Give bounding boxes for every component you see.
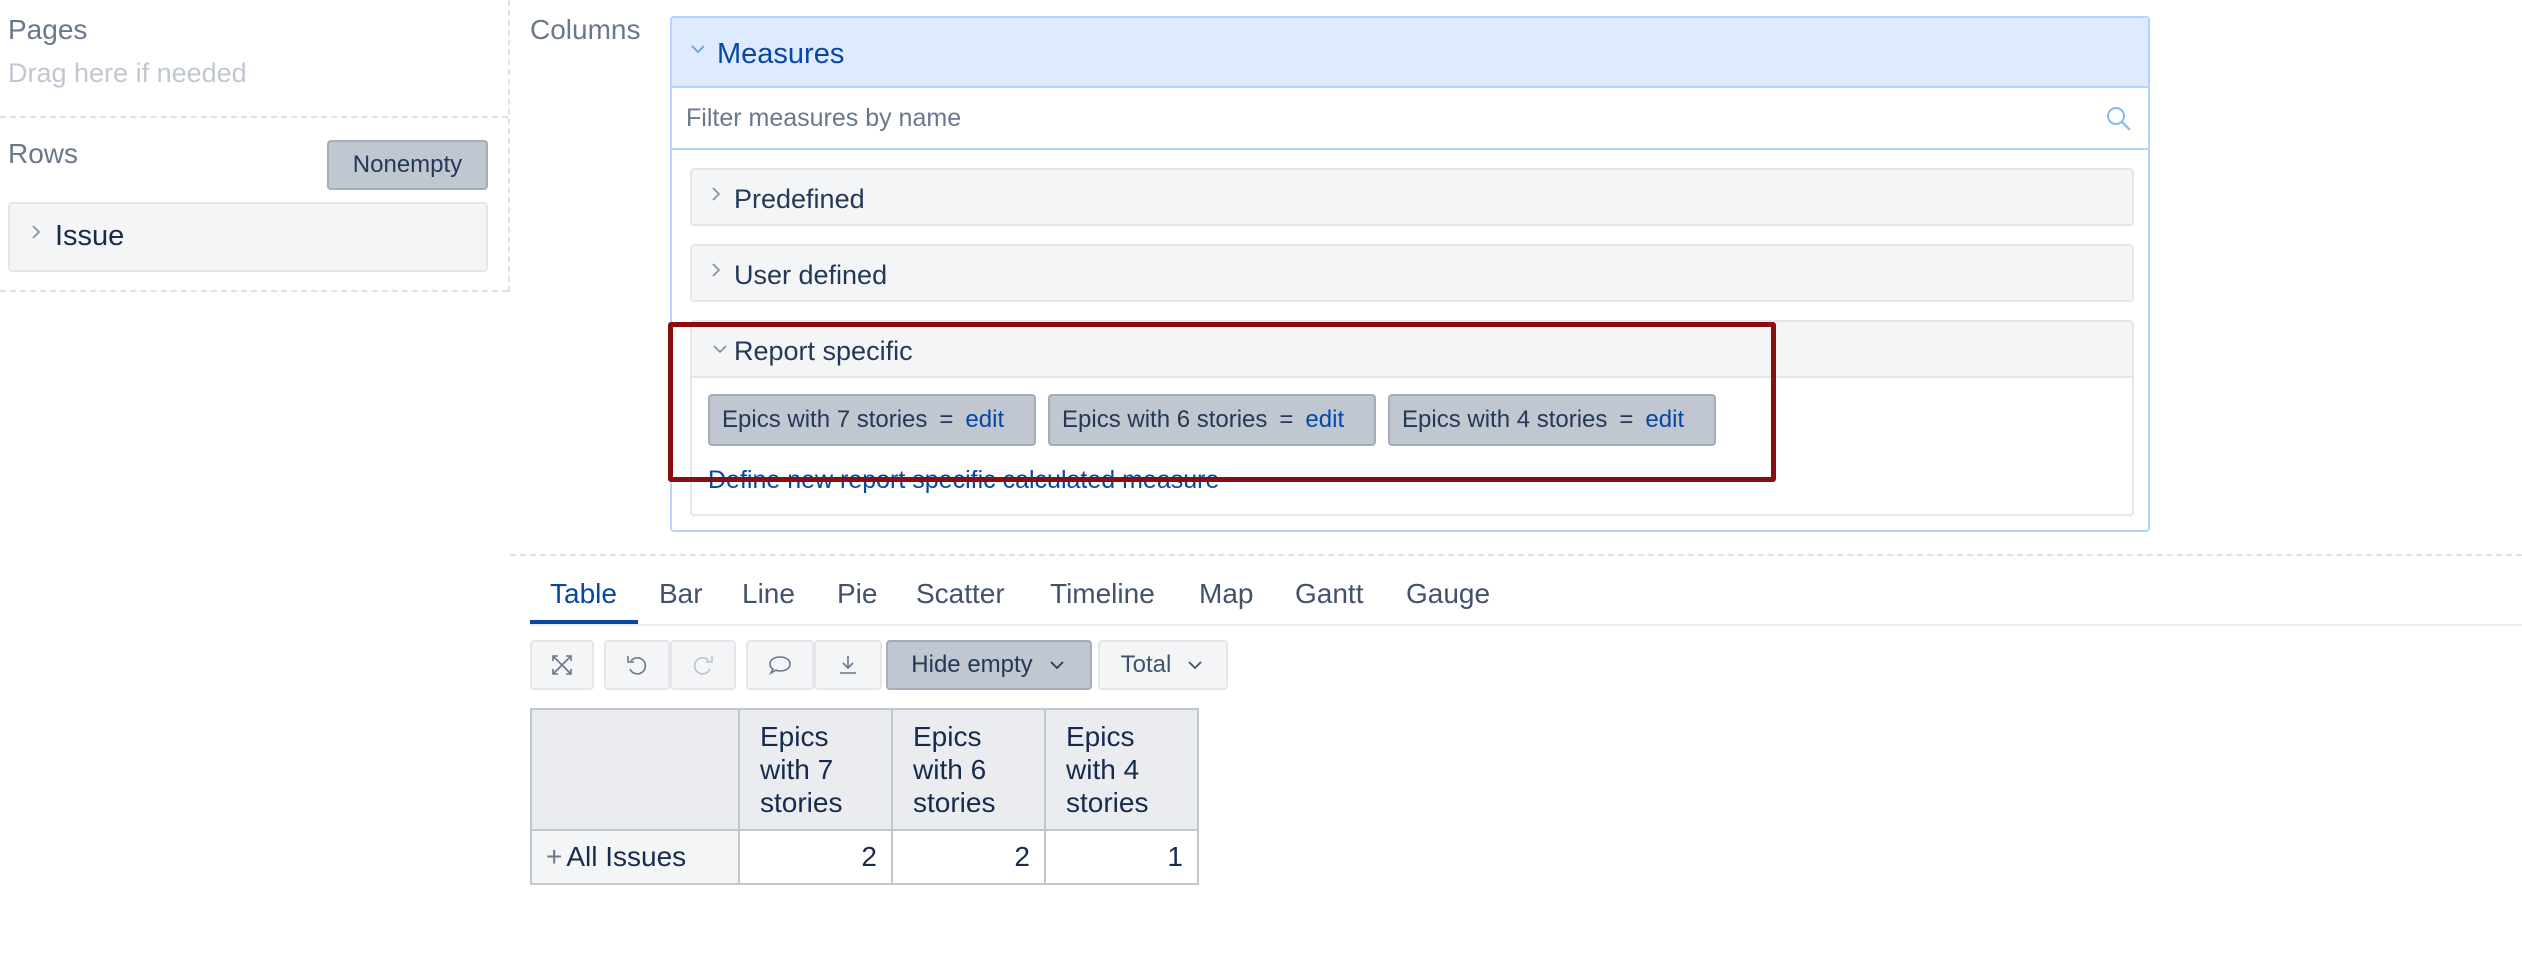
tab-bar[interactable]: Bar bbox=[659, 578, 703, 610]
comment-button[interactable] bbox=[746, 640, 814, 690]
pages-hint: Drag here if needed bbox=[8, 58, 247, 88]
chevron-down-icon[interactable] bbox=[688, 36, 708, 62]
folder-predefined[interactable]: Predefined bbox=[690, 168, 2134, 226]
folder-report-specific-header[interactable]: Report specific bbox=[692, 322, 2132, 378]
active-tab-underline bbox=[530, 620, 638, 624]
column-header-line: stories bbox=[913, 787, 996, 818]
folder-label: Report specific bbox=[734, 336, 913, 366]
folder-user-defined[interactable]: User defined bbox=[690, 244, 2134, 302]
rows-drop-zone[interactable]: Rows Nonempty Issue bbox=[0, 118, 508, 292]
pages-drop-zone[interactable]: Pages Drag here if needed bbox=[0, 0, 508, 118]
folder-report-specific: Report specific Epics with 7 stories = e… bbox=[690, 320, 2134, 516]
total-label: Total bbox=[1120, 651, 1172, 678]
table-cell[interactable]: 2 bbox=[891, 829, 1046, 885]
column-header-line: stories bbox=[760, 787, 843, 818]
table-row: + All Issues 2 2 1 bbox=[530, 829, 1199, 885]
column-header-line: Epics bbox=[760, 721, 829, 752]
table-header-row: Epics with 7 stories Epics with 6 storie… bbox=[530, 708, 1199, 831]
equals-sign: = bbox=[1619, 406, 1634, 433]
hide-empty-label: Hide empty bbox=[911, 651, 1033, 678]
pages-title: Pages bbox=[8, 14, 88, 45]
column-header-line: with 7 bbox=[760, 754, 834, 785]
filter-measures-input[interactable] bbox=[686, 98, 2066, 138]
column-header-line: with 4 bbox=[1066, 754, 1140, 785]
measures-title: Measures bbox=[717, 38, 845, 70]
expand-icon bbox=[552, 655, 572, 675]
measure-name: Epics with 7 stories bbox=[722, 406, 928, 433]
expand-button[interactable] bbox=[530, 640, 594, 690]
tab-scatter[interactable]: Scatter bbox=[916, 578, 1005, 610]
edit-link[interactable]: edit bbox=[1305, 406, 1344, 434]
chevron-right-icon[interactable] bbox=[710, 184, 722, 210]
results-table: Epics with 7 stories Epics with 6 storie… bbox=[530, 708, 1199, 885]
rows-dimension-issue[interactable]: Issue bbox=[8, 202, 488, 272]
view-tabs: Table Bar Line Pie Scatter Timeline Map … bbox=[530, 572, 2522, 626]
column-header-line: Epics bbox=[913, 721, 982, 752]
column-header-line: Epics bbox=[1066, 721, 1135, 752]
redo-button[interactable] bbox=[670, 640, 736, 690]
column-header[interactable]: Epics with 6 stories bbox=[891, 708, 1046, 831]
row-label: All Issues bbox=[566, 841, 687, 872]
edit-link[interactable]: edit bbox=[1645, 406, 1684, 434]
measure-chip[interactable]: Epics with 4 stories = edit bbox=[1388, 394, 1716, 446]
measure-chip[interactable]: Epics with 7 stories = edit bbox=[708, 394, 1036, 446]
folder-label: Predefined bbox=[734, 184, 865, 214]
tab-table[interactable]: Table bbox=[550, 578, 617, 610]
table-cell[interactable]: 2 bbox=[738, 829, 893, 885]
tab-timeline[interactable]: Timeline bbox=[1050, 578, 1155, 610]
undo-icon bbox=[627, 656, 647, 675]
comment-icon bbox=[769, 656, 791, 676]
undo-button[interactable] bbox=[604, 640, 670, 690]
columns-title: Columns bbox=[530, 14, 641, 45]
row-header[interactable]: + All Issues bbox=[530, 829, 740, 885]
nonempty-button[interactable]: Nonempty bbox=[327, 140, 488, 190]
chevron-down-icon[interactable] bbox=[710, 336, 730, 362]
tab-gantt[interactable]: Gantt bbox=[1295, 578, 1363, 610]
measures-panel: Measures Predefined User defined Report … bbox=[670, 16, 2150, 532]
expand-plus-icon[interactable]: + bbox=[546, 841, 562, 872]
chevron-right-icon[interactable] bbox=[30, 222, 42, 248]
equals-sign: = bbox=[939, 406, 954, 433]
hide-empty-dropdown[interactable]: Hide empty bbox=[886, 640, 1092, 690]
define-new-measure-link[interactable]: Define new report specific calculated me… bbox=[708, 466, 1219, 495]
chevron-down-icon bbox=[1188, 661, 1202, 670]
measures-filter-row bbox=[672, 88, 2148, 150]
rows-title: Rows bbox=[8, 138, 79, 169]
chevron-right-icon[interactable] bbox=[710, 260, 722, 286]
tab-pie[interactable]: Pie bbox=[837, 578, 877, 610]
column-header[interactable]: Epics with 7 stories bbox=[738, 708, 893, 831]
tab-gauge[interactable]: Gauge bbox=[1406, 578, 1490, 610]
chevron-down-icon bbox=[1050, 661, 1064, 670]
total-dropdown[interactable]: Total bbox=[1098, 640, 1228, 690]
column-header[interactable]: Epics with 4 stories bbox=[1044, 708, 1199, 831]
download-icon bbox=[840, 656, 856, 674]
measures-header[interactable]: Measures bbox=[672, 18, 2148, 88]
table-corner-cell bbox=[530, 708, 740, 831]
dimension-label: Issue bbox=[55, 220, 125, 252]
download-button[interactable] bbox=[814, 640, 882, 690]
column-header-line: stories bbox=[1066, 787, 1149, 818]
folder-label: User defined bbox=[734, 260, 888, 290]
measure-chip[interactable]: Epics with 6 stories = edit bbox=[1048, 394, 1376, 446]
equals-sign: = bbox=[1279, 406, 1294, 433]
left-panel: Pages Drag here if needed Rows Nonempty … bbox=[0, 0, 510, 292]
tab-line[interactable]: Line bbox=[742, 578, 795, 610]
table-cell[interactable]: 1 bbox=[1044, 829, 1199, 885]
search-icon bbox=[2107, 107, 2131, 131]
measure-name: Epics with 4 stories bbox=[1402, 406, 1608, 433]
edit-link[interactable]: edit bbox=[965, 406, 1004, 434]
column-header-line: with 6 bbox=[913, 754, 987, 785]
redo-icon bbox=[693, 656, 713, 675]
tab-map[interactable]: Map bbox=[1199, 578, 1253, 610]
measure-name: Epics with 6 stories bbox=[1062, 406, 1268, 433]
